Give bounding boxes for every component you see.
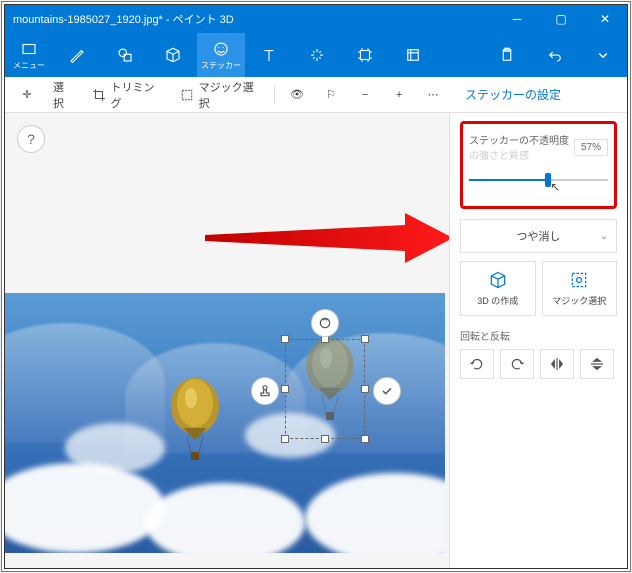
view3d-button[interactable]: 👁: [281, 83, 313, 107]
canvas-icon: [356, 46, 374, 64]
sticker-icon: [212, 40, 230, 58]
resize-handle[interactable]: [361, 335, 369, 343]
commit-button[interactable]: [373, 377, 401, 405]
opacity-label: ステッカーの不透明度の強さと質感: [469, 132, 574, 162]
pointer-tool[interactable]: ✛: [11, 83, 43, 107]
ribbon: メニュー ステッカー: [5, 33, 627, 77]
crop-icon: [92, 87, 107, 103]
flip-v-icon: [589, 356, 605, 372]
canvas-image: [5, 293, 445, 553]
minus-icon: −: [357, 87, 373, 103]
undo-button[interactable]: [531, 33, 579, 77]
rotate-z-button[interactable]: [311, 309, 339, 337]
stickers-tab[interactable]: ステッカー: [197, 33, 245, 77]
canvas-area[interactable]: ?: [5, 113, 449, 568]
resize-handle[interactable]: [281, 385, 289, 393]
select-tool[interactable]: 選択: [45, 75, 82, 115]
rotate-cw-button[interactable]: [500, 349, 534, 379]
panel-title: ステッカーの設定: [453, 86, 621, 103]
effects-tab[interactable]: [293, 33, 341, 77]
undo-icon: [546, 46, 564, 64]
cursor-icon: ↖: [550, 180, 560, 194]
resize-handle[interactable]: [321, 435, 329, 443]
plus-icon: +: [391, 87, 407, 103]
eye-icon: 👁: [289, 87, 305, 103]
separator: [274, 86, 275, 104]
cube-icon: [164, 46, 182, 64]
mixed-reality-button[interactable]: ⚐: [315, 83, 347, 107]
crop-tool[interactable]: トリミング: [84, 75, 170, 115]
dots-icon: ⋯: [425, 87, 441, 103]
highlighted-region: ステッカーの不透明度の強さと質感 57% ↖: [460, 121, 617, 209]
window-icon: [20, 40, 38, 58]
library-icon: [404, 46, 422, 64]
magic-select-tile[interactable]: マジック選択: [542, 261, 618, 316]
secondary-toolbar: ✛ 選択 トリミング マジック選択 👁 ⚐ − + ⋯ ステッカーの設定: [5, 77, 627, 113]
clipboard-icon: [498, 46, 516, 64]
zoom-out-button[interactable]: −: [349, 83, 381, 107]
rotate-label: 回転と反転: [460, 328, 617, 343]
history-button[interactable]: [579, 33, 627, 77]
flip-horizontal-button[interactable]: [540, 349, 574, 379]
magic-select-tool[interactable]: マジック選択: [172, 75, 268, 115]
flag-icon: ⚐: [323, 87, 339, 103]
balloon-gold: [165, 378, 225, 473]
titlebar: mountains-1985027_1920.jpg* - ペイント 3D ─ …: [5, 5, 627, 33]
selection-box[interactable]: [285, 339, 365, 439]
resize-handle[interactable]: [361, 435, 369, 443]
canvas-tab[interactable]: [341, 33, 389, 77]
resize-handle[interactable]: [361, 385, 369, 393]
resize-handle[interactable]: [281, 435, 289, 443]
library-tab[interactable]: [389, 33, 437, 77]
text-icon: [260, 46, 278, 64]
window-title: mountains-1985027_1920.jpg* - ペイント 3D: [5, 11, 495, 27]
brushes-tab[interactable]: [53, 33, 101, 77]
more-button[interactable]: ⋯: [417, 83, 449, 107]
side-panel: ステッカーの不透明度の強さと質感 57% ↖ つや消し ⌄ 3D の作成: [449, 113, 627, 568]
app-window: mountains-1985027_1920.jpg* - ペイント 3D ─ …: [4, 4, 628, 569]
chevron-down-icon: ⌄: [600, 231, 608, 242]
effects-icon: [308, 46, 326, 64]
rotate-cw-icon: [509, 356, 525, 372]
zoom-in-button[interactable]: +: [383, 83, 415, 107]
maximize-button[interactable]: ▢: [539, 5, 583, 33]
shapes2d-icon: [116, 46, 134, 64]
pointer-icon: ✛: [19, 87, 35, 103]
brush-icon: [68, 46, 86, 64]
opacity-value: 57%: [574, 139, 608, 156]
shapes2d-tab[interactable]: [101, 33, 149, 77]
text-tab[interactable]: [245, 33, 293, 77]
flip-vertical-button[interactable]: [580, 349, 614, 379]
minimize-button[interactable]: ─: [495, 5, 539, 33]
rotate-ccw-button[interactable]: [460, 349, 494, 379]
resize-handle[interactable]: [281, 335, 289, 343]
rotate-ccw-icon: [469, 356, 485, 372]
cube-icon: [488, 270, 508, 290]
menu-button[interactable]: メニュー: [5, 33, 53, 77]
annotation-arrow: [205, 213, 449, 273]
paste-button[interactable]: [483, 33, 531, 77]
close-button[interactable]: ✕: [583, 5, 627, 33]
help-button[interactable]: ?: [17, 125, 45, 153]
make-3d-tile[interactable]: 3D の作成: [460, 261, 536, 316]
magic-icon: [180, 87, 195, 103]
matte-row[interactable]: つや消し ⌄: [460, 219, 617, 253]
magic-select-icon: [569, 270, 589, 290]
flip-h-icon: [549, 356, 565, 372]
chevron-down-icon: [594, 46, 612, 64]
opacity-slider[interactable]: ↖: [469, 172, 608, 188]
stamp-button[interactable]: [251, 377, 279, 405]
shapes3d-tab[interactable]: [149, 33, 197, 77]
